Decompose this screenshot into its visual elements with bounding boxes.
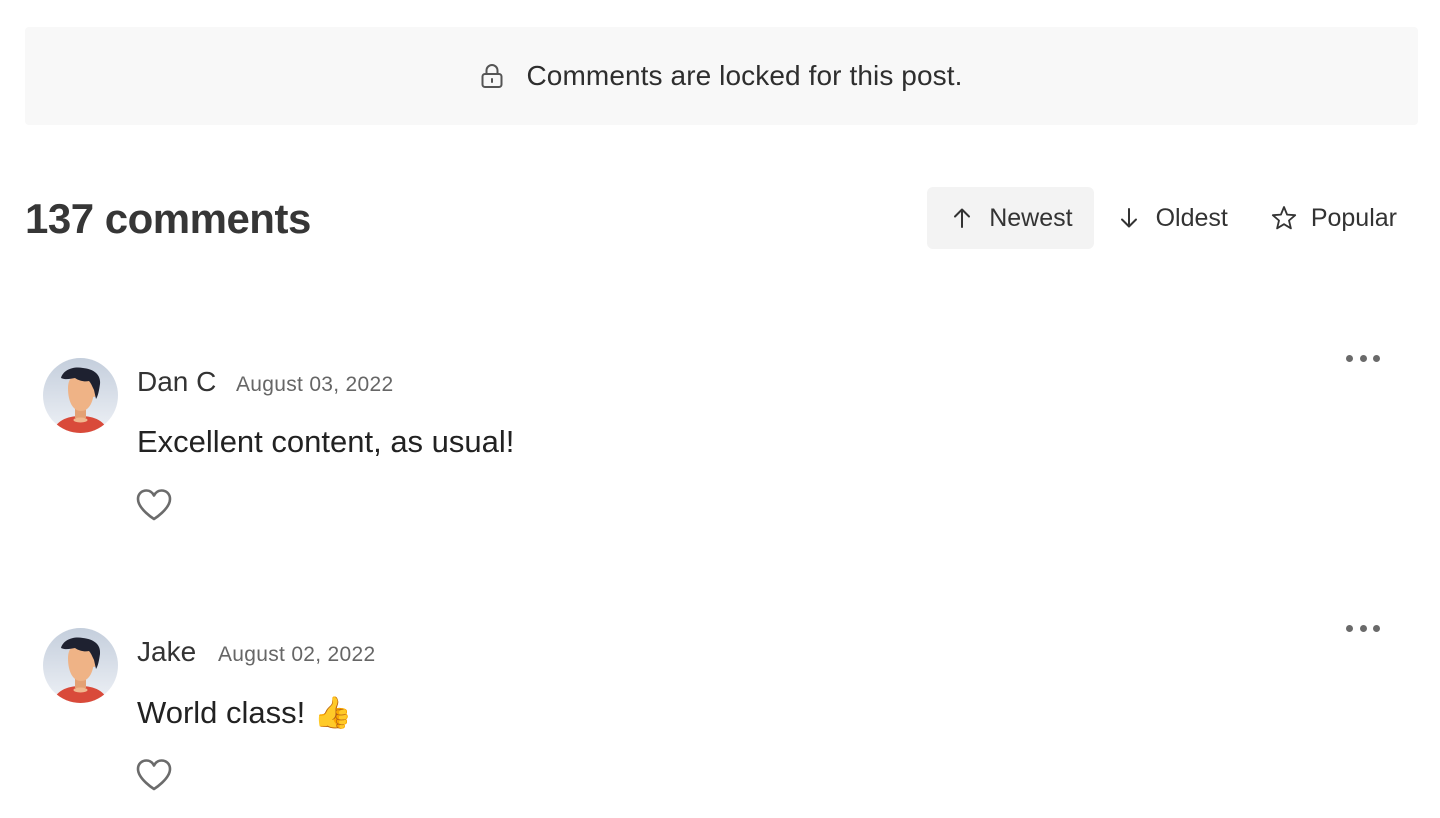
like-button[interactable] xyxy=(135,758,175,794)
sort-newest-label: Newest xyxy=(989,203,1073,232)
avatar[interactable] xyxy=(43,358,118,433)
avatar[interactable] xyxy=(43,628,118,703)
comment-author[interactable]: Dan C xyxy=(137,366,216,398)
sort-popular-button[interactable]: Popular xyxy=(1249,187,1418,249)
more-options-button[interactable] xyxy=(1346,622,1380,634)
dot-icon xyxy=(1359,624,1367,632)
sort-popular-label: Popular xyxy=(1310,203,1397,232)
sort-newest-button[interactable]: Newest xyxy=(927,187,1094,249)
sort-oldest-button[interactable]: Oldest xyxy=(1094,187,1249,249)
more-options-button[interactable] xyxy=(1346,352,1380,364)
sort-oldest-label: Oldest xyxy=(1155,203,1228,232)
like-button[interactable] xyxy=(135,488,175,524)
star-icon xyxy=(1271,205,1297,231)
comment-author[interactable]: Jake xyxy=(137,636,196,668)
comment-text: World class! 👍 xyxy=(137,695,353,730)
locked-message: Comments are locked for this post. xyxy=(526,60,963,91)
dot-icon xyxy=(1373,624,1380,632)
heart-icon xyxy=(136,759,172,791)
sort-options: Newest Oldest Popular xyxy=(927,187,1418,249)
dot-icon xyxy=(1346,354,1353,362)
comment-item: Jake August 02, 2022 World class! 👍 xyxy=(0,624,1440,818)
comments-page: Comments are locked for this post. 137 c… xyxy=(0,0,1440,818)
comments-locked-banner: Comments are locked for this post. xyxy=(25,27,1418,125)
arrow-up-icon xyxy=(949,205,975,231)
dot-icon xyxy=(1373,354,1380,362)
comment-date: August 03, 2022 xyxy=(236,373,394,396)
comment-item: Dan C August 03, 2022 Excellent content,… xyxy=(0,354,1440,578)
comments-count-title: 137 comments xyxy=(25,195,311,242)
heart-icon xyxy=(136,489,172,521)
lock-icon xyxy=(480,63,504,89)
comment-date: August 02, 2022 xyxy=(218,643,376,666)
dot-icon xyxy=(1346,624,1353,632)
arrow-down-icon xyxy=(1116,205,1142,231)
dot-icon xyxy=(1359,354,1367,362)
comment-text: Excellent content, as usual! xyxy=(137,424,515,459)
